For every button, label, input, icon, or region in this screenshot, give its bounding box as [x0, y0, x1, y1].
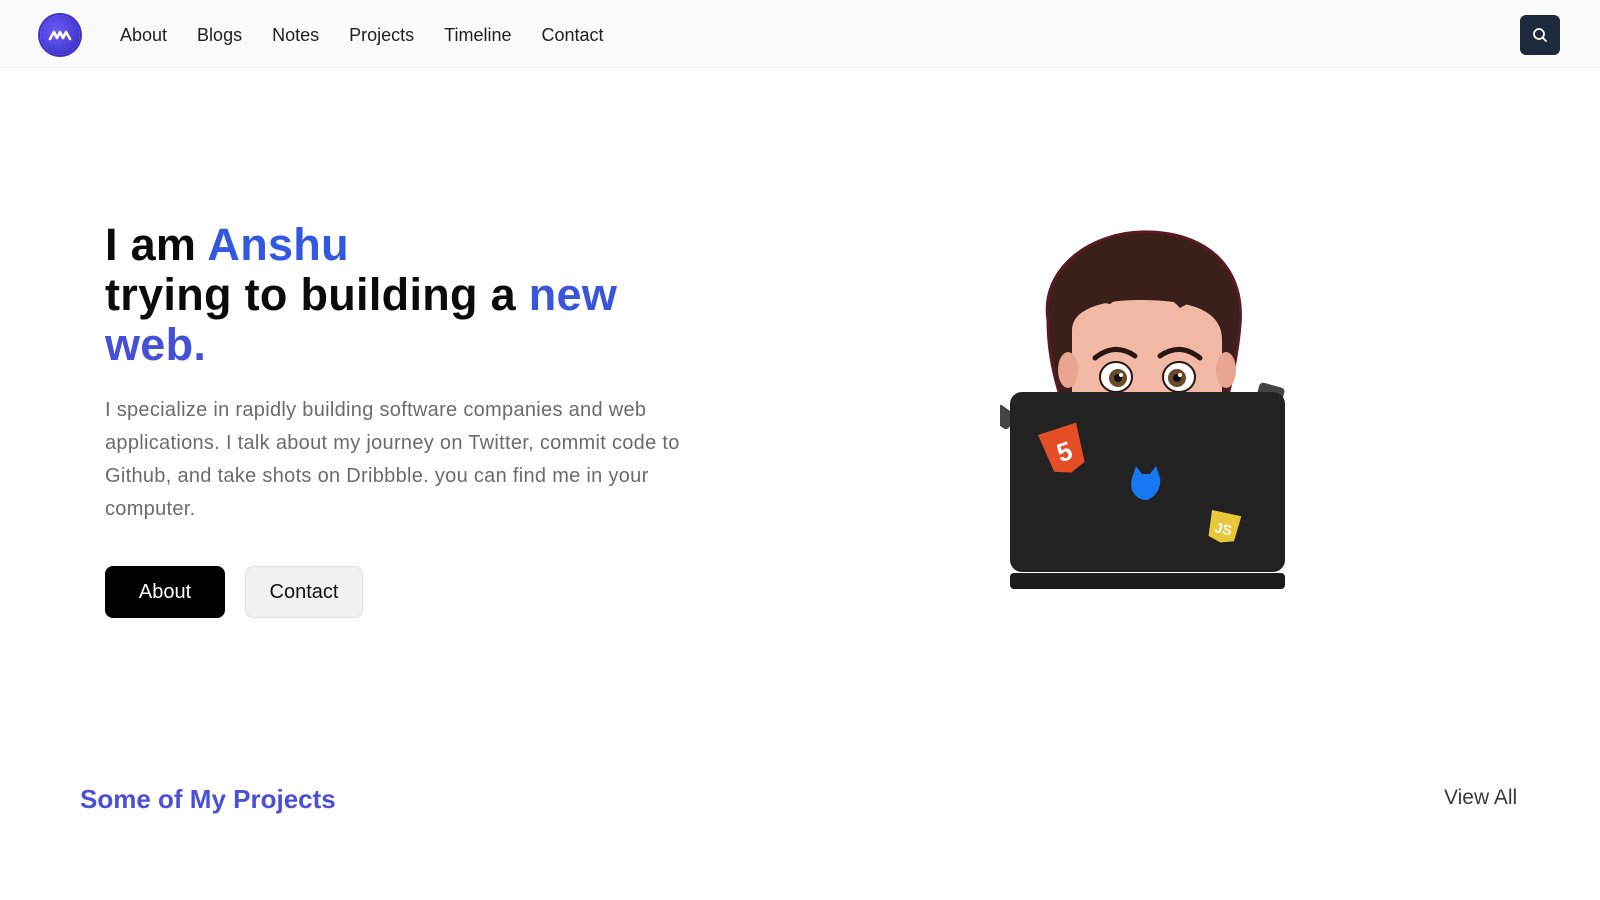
developer-avatar-illustration: 5 JS: [990, 230, 1320, 610]
nav-link-about[interactable]: About: [120, 25, 167, 46]
nav-link-projects[interactable]: Projects: [349, 25, 414, 46]
nav-link-blogs[interactable]: Blogs: [197, 25, 242, 46]
search-button[interactable]: [1520, 15, 1560, 55]
hero-section: I am Anshu trying to building a new web.…: [105, 220, 745, 618]
nav-link-notes[interactable]: Notes: [272, 25, 319, 46]
main-nav: About Blogs Notes Projects Timeline Cont…: [120, 0, 634, 71]
headline-accent-new: new: [528, 269, 618, 320]
headline-prefix: I am: [105, 219, 208, 270]
projects-section-title: Some of My Projects: [80, 784, 336, 814]
hero-buttons: About Contact: [105, 566, 745, 618]
nav-link-contact[interactable]: Contact: [542, 25, 604, 46]
headline-line2: trying to building a: [105, 269, 529, 320]
view-all-projects-link[interactable]: View All: [1444, 786, 1517, 810]
top-navbar: About Blogs Notes Projects Timeline Cont…: [0, 0, 1600, 71]
headline-accent-web: web.: [105, 319, 207, 370]
about-button[interactable]: About: [105, 566, 225, 618]
hero-description: I specialize in rapidly building softwar…: [105, 399, 680, 520]
hero-headline: I am Anshu trying to building a new web.: [105, 220, 745, 370]
headline-name: Anshu: [207, 219, 349, 270]
search-icon: [1533, 28, 1547, 42]
contact-button[interactable]: Contact: [245, 566, 363, 618]
nav-link-timeline[interactable]: Timeline: [444, 25, 511, 46]
site-logo-icon[interactable]: [40, 15, 80, 55]
